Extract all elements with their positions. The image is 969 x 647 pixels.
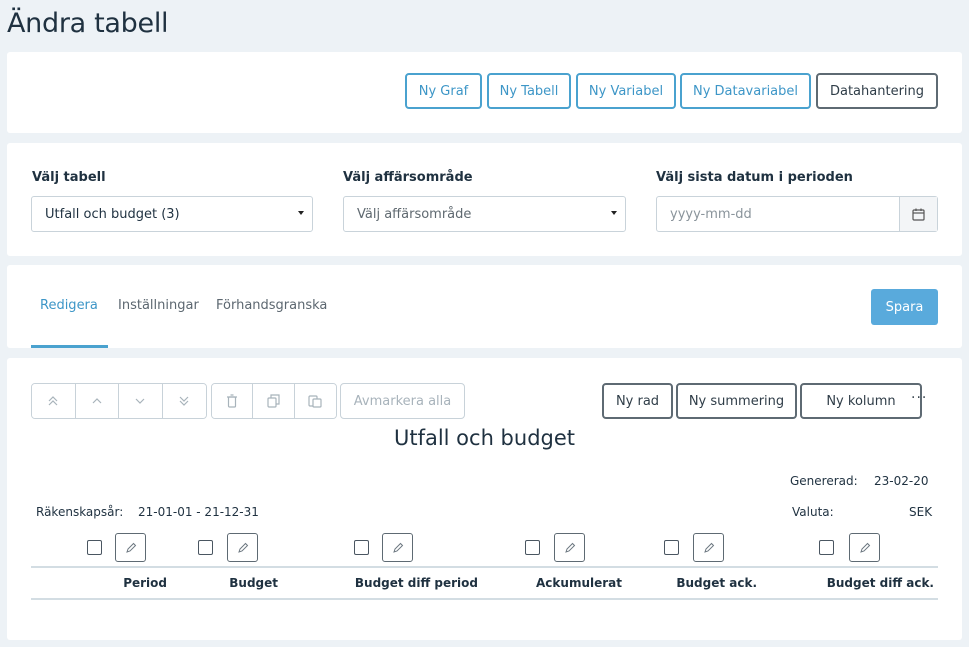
- new-summary-button[interactable]: Ny summering: [676, 383, 797, 419]
- calendar-button[interactable]: [899, 197, 937, 231]
- table-header-bottom-border: [31, 598, 938, 600]
- delete-button[interactable]: [212, 384, 254, 418]
- column-header-period: Period: [123, 576, 167, 590]
- pencil-icon: [125, 542, 136, 553]
- new-column-button[interactable]: Ny kolumn: [800, 383, 922, 419]
- tab-preview[interactable]: Förhandsgranska: [216, 298, 327, 313]
- pencil-icon: [703, 542, 714, 553]
- column-checkbox-budget-diff-acc[interactable]: [819, 540, 834, 555]
- double-chevron-down-icon: [179, 396, 189, 406]
- column-checkbox-period[interactable]: [87, 540, 102, 555]
- editor-card: Avmarkera alla Ny rad Ny summering Ny ko…: [7, 358, 962, 640]
- new-table-button[interactable]: Ny Tabell: [487, 73, 571, 109]
- table-select-label: Välj tabell: [32, 170, 106, 185]
- table-header-top-border: [31, 566, 938, 568]
- date-input[interactable]: [657, 197, 899, 231]
- currency-label: Valuta:: [792, 505, 834, 519]
- deselect-all-button[interactable]: Avmarkera alla: [340, 383, 465, 419]
- tab-settings[interactable]: Inställningar: [118, 298, 199, 313]
- move-up-button[interactable]: [75, 384, 119, 418]
- area-select-placeholder: Välj affärsområde: [357, 206, 472, 222]
- move-bottom-button[interactable]: [162, 384, 206, 418]
- edit-column-budget-diff-acc-button[interactable]: [849, 533, 880, 562]
- edit-column-period-button[interactable]: [115, 533, 146, 562]
- edit-column-budget-diff-period-button[interactable]: [382, 533, 413, 562]
- column-header-budget-acc: Budget ack.: [676, 576, 757, 590]
- clipboard-button-group: [211, 383, 337, 419]
- tabs-card: Redigera Inställningar Förhandsgranska S…: [7, 265, 962, 348]
- toolbar-card: Ny Graf Ny Tabell Ny Variabel Ny Datavar…: [7, 52, 962, 133]
- trash-icon: [227, 394, 238, 408]
- copy-icon: [266, 394, 280, 408]
- copy-button[interactable]: [253, 384, 295, 418]
- pencil-icon: [859, 542, 870, 553]
- pencil-icon: [392, 542, 403, 553]
- calendar-icon: [912, 208, 925, 221]
- pencil-icon: [564, 542, 575, 553]
- move-down-button[interactable]: [119, 384, 163, 418]
- edit-column-budget-acc-button[interactable]: [693, 533, 724, 562]
- tab-edit[interactable]: Redigera: [40, 298, 98, 313]
- column-checkbox-budget[interactable]: [198, 540, 213, 555]
- edit-column-accumulated-button[interactable]: [554, 533, 585, 562]
- move-top-button[interactable]: [32, 384, 76, 418]
- new-datavariable-button[interactable]: Ny Datavariabel: [680, 73, 811, 109]
- column-header-budget-diff-acc: Budget diff ack.: [826, 576, 934, 590]
- move-button-group: [31, 383, 207, 419]
- fiscal-year-label: Räkenskapsår:: [36, 505, 124, 519]
- table-title: Utfall och budget: [393, 426, 576, 450]
- generated-value: 23-02-20: [874, 474, 929, 488]
- fiscal-year-value: 21-01-01 - 21-12-31: [138, 505, 259, 519]
- column-checkbox-accumulated[interactable]: [525, 540, 540, 555]
- column-checkbox-budget-diff-period[interactable]: [354, 540, 369, 555]
- edit-column-budget-button[interactable]: [227, 533, 258, 562]
- chevron-up-icon: [92, 398, 102, 404]
- paste-icon: [308, 395, 322, 408]
- currency-value: SEK: [909, 505, 933, 519]
- area-select[interactable]: Välj affärsområde: [343, 196, 626, 232]
- column-header-budget-diff-period: Budget diff period: [354, 576, 478, 590]
- double-chevron-up-icon: [48, 396, 58, 406]
- table-select-value: Utfall och budget (3): [45, 206, 180, 222]
- more-options-icon[interactable]: ···: [911, 390, 927, 406]
- column-checkbox-budget-acc[interactable]: [664, 540, 679, 555]
- date-field: [656, 196, 938, 232]
- new-graph-button[interactable]: Ny Graf: [405, 73, 482, 109]
- date-label: Välj sista datum i perioden: [656, 170, 853, 185]
- paste-button[interactable]: [294, 384, 336, 418]
- area-select-label: Välj affärsområde: [343, 170, 473, 185]
- page-title: Ändra tabell: [7, 8, 169, 39]
- chevron-down-icon: [135, 398, 145, 404]
- data-management-button[interactable]: Datahantering: [816, 73, 938, 109]
- selection-card: Välj tabell Utfall och budget (3) Välj a…: [7, 143, 962, 256]
- new-variable-button[interactable]: Ny Variabel: [576, 73, 676, 109]
- pencil-icon: [237, 542, 248, 553]
- new-row-button[interactable]: Ny rad: [602, 383, 673, 419]
- column-header-budget: Budget: [229, 576, 278, 590]
- save-button[interactable]: Spara: [871, 289, 938, 325]
- caret-down-icon: [298, 211, 304, 215]
- active-tab-indicator: [31, 345, 108, 348]
- table-select[interactable]: Utfall och budget (3): [31, 196, 313, 232]
- generated-label: Genererad:: [790, 474, 858, 488]
- caret-down-icon: [611, 211, 617, 215]
- column-header-accumulated: Ackumulerat: [536, 576, 622, 590]
